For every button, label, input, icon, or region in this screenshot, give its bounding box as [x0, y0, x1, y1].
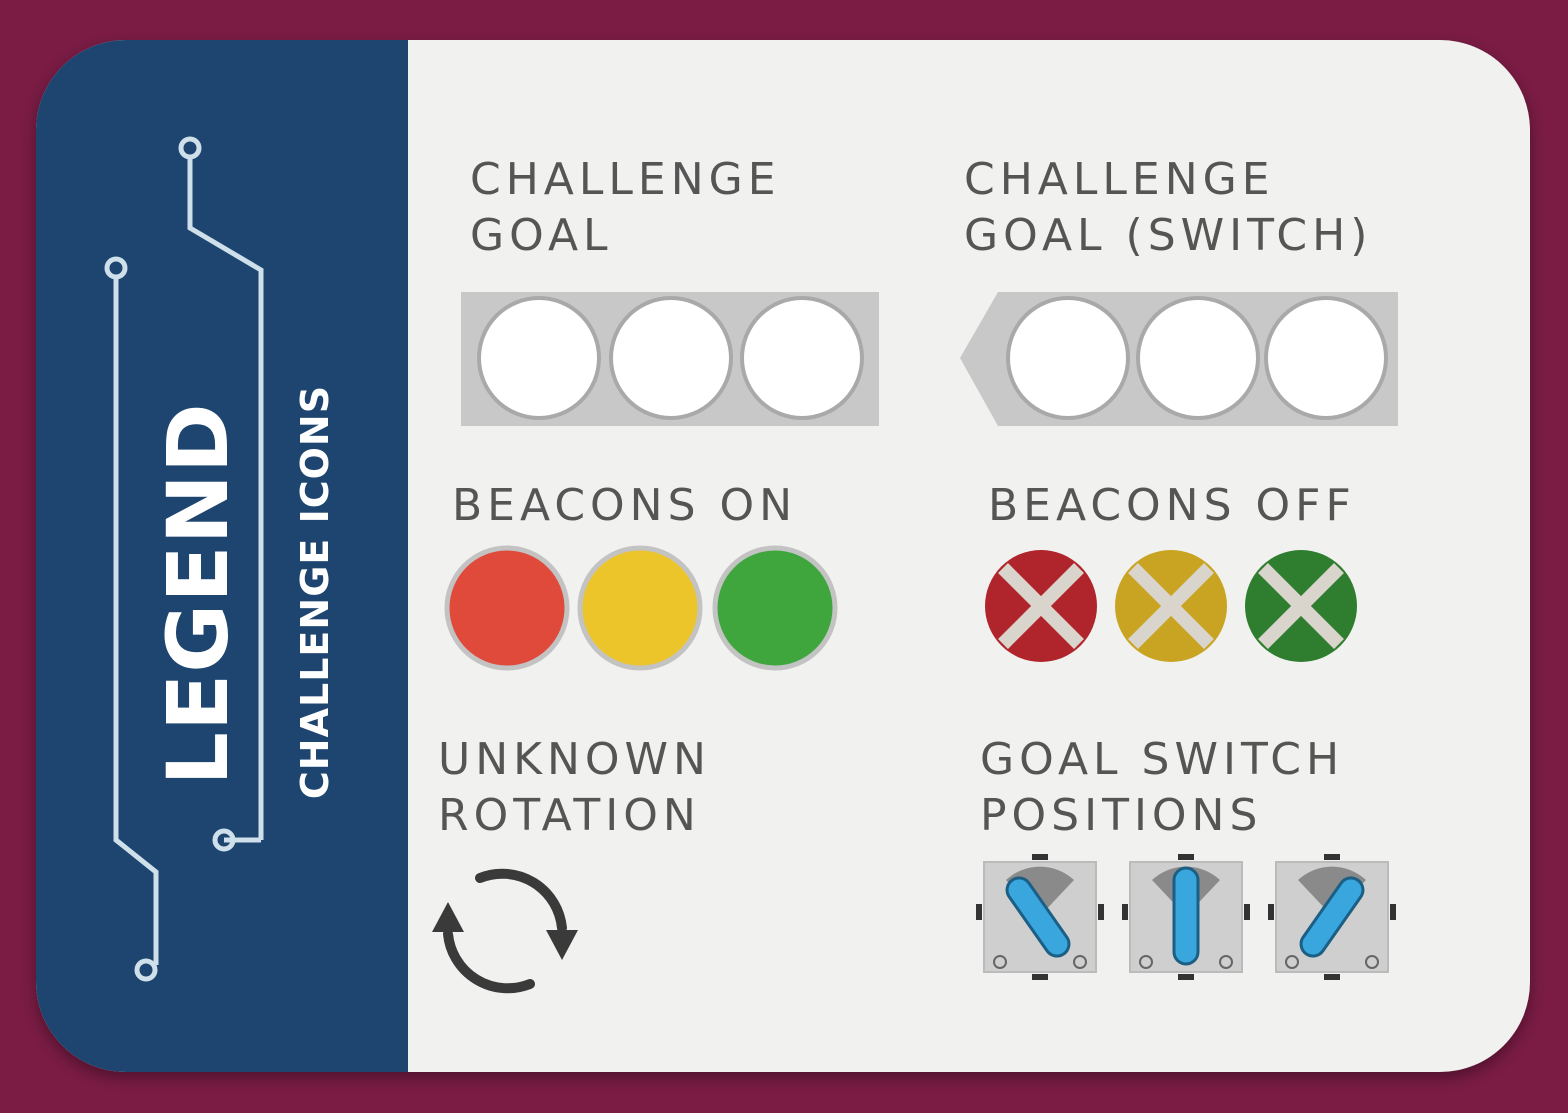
beacons-off-icons — [985, 550, 1357, 662]
legend-sidebar: LEGEND CHALLENGE ICONS — [36, 40, 408, 1072]
goal-switch-icon-center — [1121, 853, 1251, 981]
challenge-goal-icon — [461, 292, 879, 426]
challenge-goal-switch-label: CHALLENGE GOAL (SWITCH) — [964, 154, 1373, 261]
beacons-off-label: BEACONS OFF — [988, 480, 1356, 531]
goal-switch-positions-icons — [975, 853, 1397, 981]
goal-switch-icon-left — [975, 853, 1105, 981]
legend-title: LEGEND — [149, 402, 247, 786]
challenge-goal-switch-icon — [960, 292, 1398, 426]
beacon-on-red — [444, 545, 570, 671]
beacon-on-green — [712, 545, 838, 671]
beacons-on-label: BEACONS ON — [452, 480, 798, 531]
beacons-on-icons — [444, 545, 838, 671]
legend-card: LEGEND CHALLENGE ICONS CHALLENGE GOAL CHA… — [36, 40, 1530, 1072]
beacon-off-green — [1245, 550, 1357, 662]
beacon-off-red — [985, 550, 1097, 662]
rotation-arrows-icon — [432, 868, 578, 994]
beacon-off-yellow — [1115, 550, 1227, 662]
beacon-on-yellow — [577, 545, 703, 671]
challenge-icons-subtitle: CHALLENGE ICONS — [293, 384, 337, 800]
challenge-goal-label: CHALLENGE GOAL — [470, 154, 781, 261]
goal-switch-positions-label: GOAL SWITCH POSITIONS — [980, 734, 1345, 841]
goal-switch-icon-right — [1267, 853, 1397, 981]
unknown-rotation-label: UNKNOWN ROTATION — [438, 734, 711, 841]
